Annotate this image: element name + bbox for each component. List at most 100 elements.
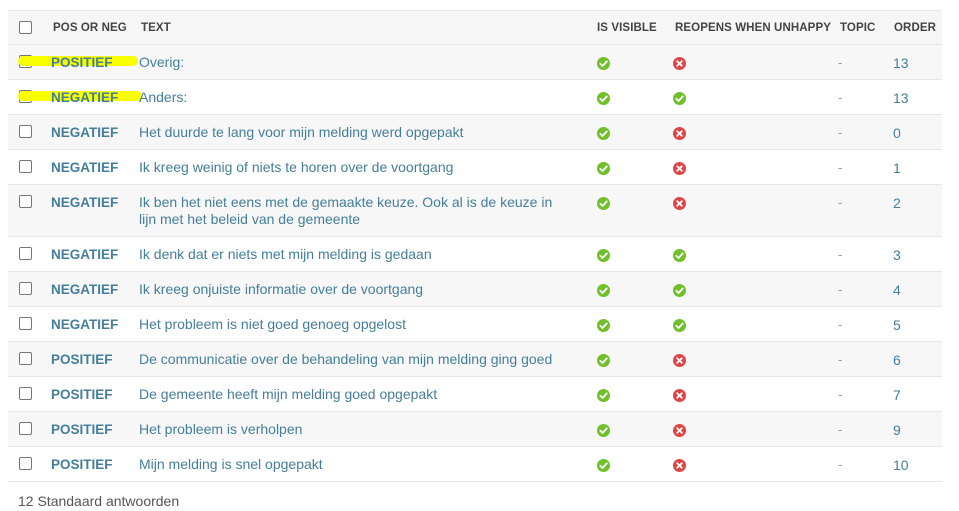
check-circle-icon xyxy=(597,284,610,297)
column-header-reopens-when-unhappy[interactable]: REOPENS WHEN UNHAPPY xyxy=(675,22,831,34)
answer-text-link[interactable]: Anders: xyxy=(139,89,569,106)
topic-value: - xyxy=(838,457,843,472)
check-circle-icon xyxy=(597,424,610,437)
pos-or-neg-link[interactable]: POSITIEF xyxy=(51,387,113,402)
column-header-is-visible[interactable]: IS VISIBLE xyxy=(597,22,657,34)
check-circle-icon xyxy=(597,459,610,472)
pos-or-neg-link[interactable]: NEGATIEF xyxy=(51,160,118,175)
x-circle-icon xyxy=(673,389,686,402)
order-value: 13 xyxy=(893,90,909,106)
table-row: POSITIEF De gemeente heeft mijn melding g… xyxy=(8,377,942,412)
check-circle-icon xyxy=(673,319,686,332)
pos-or-neg-link[interactable]: POSITIEF xyxy=(51,352,113,367)
order-value: 1 xyxy=(893,160,901,176)
check-circle-icon xyxy=(597,197,610,210)
row-checkbox[interactable] xyxy=(19,160,32,173)
order-value: 3 xyxy=(893,247,901,263)
x-circle-icon xyxy=(673,424,686,437)
answer-text-link[interactable]: De gemeente heeft mijn melding goed opge… xyxy=(139,386,569,403)
pos-or-neg-link[interactable]: NEGATIEF xyxy=(51,282,118,297)
row-checkbox[interactable] xyxy=(19,387,32,400)
pos-or-neg-link[interactable]: NEGATIEF xyxy=(51,90,118,105)
topic-value: - xyxy=(838,387,843,402)
x-circle-icon xyxy=(673,354,686,367)
table-row: POSITIEF Mijn melding is snel opgepakt - 10 xyxy=(8,447,942,482)
row-checkbox[interactable] xyxy=(19,195,32,208)
order-value: 6 xyxy=(893,352,901,368)
topic-value: - xyxy=(838,125,843,140)
topic-value: - xyxy=(838,352,843,367)
order-value: 0 xyxy=(893,125,901,141)
pos-or-neg-link[interactable]: NEGATIEF xyxy=(51,317,118,332)
order-value: 7 xyxy=(893,387,901,403)
pos-or-neg-link[interactable]: NEGATIEF xyxy=(51,125,118,140)
pos-or-neg-link[interactable]: POSITIEF xyxy=(51,422,113,437)
x-circle-icon xyxy=(673,162,686,175)
check-circle-icon xyxy=(597,389,610,402)
answer-text-link[interactable]: De communicatie over de behandeling van … xyxy=(139,351,569,368)
column-header-topic[interactable]: TOPIC xyxy=(840,22,875,34)
topic-value: - xyxy=(838,282,843,297)
row-checkbox[interactable] xyxy=(19,317,32,330)
order-value: 10 xyxy=(893,457,909,473)
table-row: NEGATIEF Het probleem is niet goed genoeg… xyxy=(8,307,942,342)
table-row: NEGATIEF Het duurde te lang voor mijn mel… xyxy=(8,115,942,150)
pos-or-neg-link[interactable]: POSITIEF xyxy=(51,457,113,472)
pos-or-neg-link[interactable]: POSITIEF xyxy=(51,55,113,70)
row-checkbox[interactable] xyxy=(19,422,32,435)
row-checkbox[interactable] xyxy=(19,457,32,470)
answer-text-link[interactable]: Het probleem is verholpen xyxy=(139,421,569,438)
answer-text-link[interactable]: Ik denk dat er niets met mijn melding is… xyxy=(139,246,569,263)
row-checkbox[interactable] xyxy=(19,352,32,365)
topic-value: - xyxy=(838,55,843,70)
topic-value: - xyxy=(838,317,843,332)
results-table: POS OR NEG TEXT IS VISIBLE REOPENS WHEN … xyxy=(8,10,942,482)
answer-text-link[interactable]: Het duurde te lang voor mijn melding wer… xyxy=(139,124,569,141)
x-circle-icon xyxy=(673,459,686,472)
column-header-text[interactable]: TEXT xyxy=(141,22,171,34)
check-circle-icon xyxy=(597,127,610,140)
answer-text-link[interactable]: Ik kreeg weinig of niets te horen over d… xyxy=(139,159,569,176)
x-circle-icon xyxy=(673,197,686,210)
order-value: 9 xyxy=(893,422,901,438)
order-value: 13 xyxy=(893,55,909,71)
check-circle-icon xyxy=(597,249,610,262)
result-count: 12 Standaard antwoorden xyxy=(18,493,180,509)
topic-value: - xyxy=(838,195,843,210)
answer-text-link[interactable]: Mijn melding is snel opgepakt xyxy=(139,456,569,473)
order-value: 4 xyxy=(893,282,901,298)
pos-or-neg-link[interactable]: NEGATIEF xyxy=(51,195,118,210)
table-row: POSITIEF De communicatie over de behandel… xyxy=(8,342,942,377)
check-circle-icon xyxy=(673,249,686,262)
table-row: POSITIEF Het probleem is verholpen - 9 xyxy=(8,412,942,447)
column-header-order[interactable]: ORDER xyxy=(894,22,936,34)
check-circle-icon xyxy=(673,92,686,105)
column-header-pos-or-neg[interactable]: POS OR NEG xyxy=(53,22,127,34)
table-row: NEGATIEF Anders: - 13 xyxy=(8,80,942,115)
answer-text-link[interactable]: Ik ben het niet eens met de gemaakte keu… xyxy=(139,194,569,228)
topic-value: - xyxy=(838,90,843,105)
pos-or-neg-link[interactable]: NEGATIEF xyxy=(51,247,118,262)
row-checkbox[interactable] xyxy=(19,125,32,138)
table-row: POSITIEF Overig: - 13 xyxy=(8,45,942,80)
check-circle-icon xyxy=(597,319,610,332)
row-checkbox[interactable] xyxy=(19,247,32,260)
answer-text-link[interactable]: Het probleem is niet goed genoeg opgelos… xyxy=(139,316,569,333)
x-circle-icon xyxy=(673,57,686,70)
answer-text-link[interactable]: Ik kreeg onjuiste informatie over de voo… xyxy=(139,281,569,298)
topic-value: - xyxy=(838,160,843,175)
order-value: 5 xyxy=(893,317,901,333)
x-circle-icon xyxy=(673,127,686,140)
row-checkbox[interactable] xyxy=(19,282,32,295)
check-circle-icon xyxy=(597,354,610,367)
check-circle-icon xyxy=(673,284,686,297)
table-row: NEGATIEF Ik kreeg onjuiste informatie ove… xyxy=(8,272,942,307)
table-header: POS OR NEG TEXT IS VISIBLE REOPENS WHEN … xyxy=(8,10,942,45)
table-row: NEGATIEF Ik ben het niet eens met de gema… xyxy=(8,185,942,237)
order-value: 2 xyxy=(893,195,901,211)
table-row: NEGATIEF Ik kreeg weinig of niets te hore… xyxy=(8,150,942,185)
select-all-checkbox[interactable] xyxy=(19,21,32,34)
answer-text-link[interactable]: Overig: xyxy=(139,54,569,71)
check-circle-icon xyxy=(597,162,610,175)
table-row: NEGATIEF Ik denk dat er niets met mijn me… xyxy=(8,237,942,272)
